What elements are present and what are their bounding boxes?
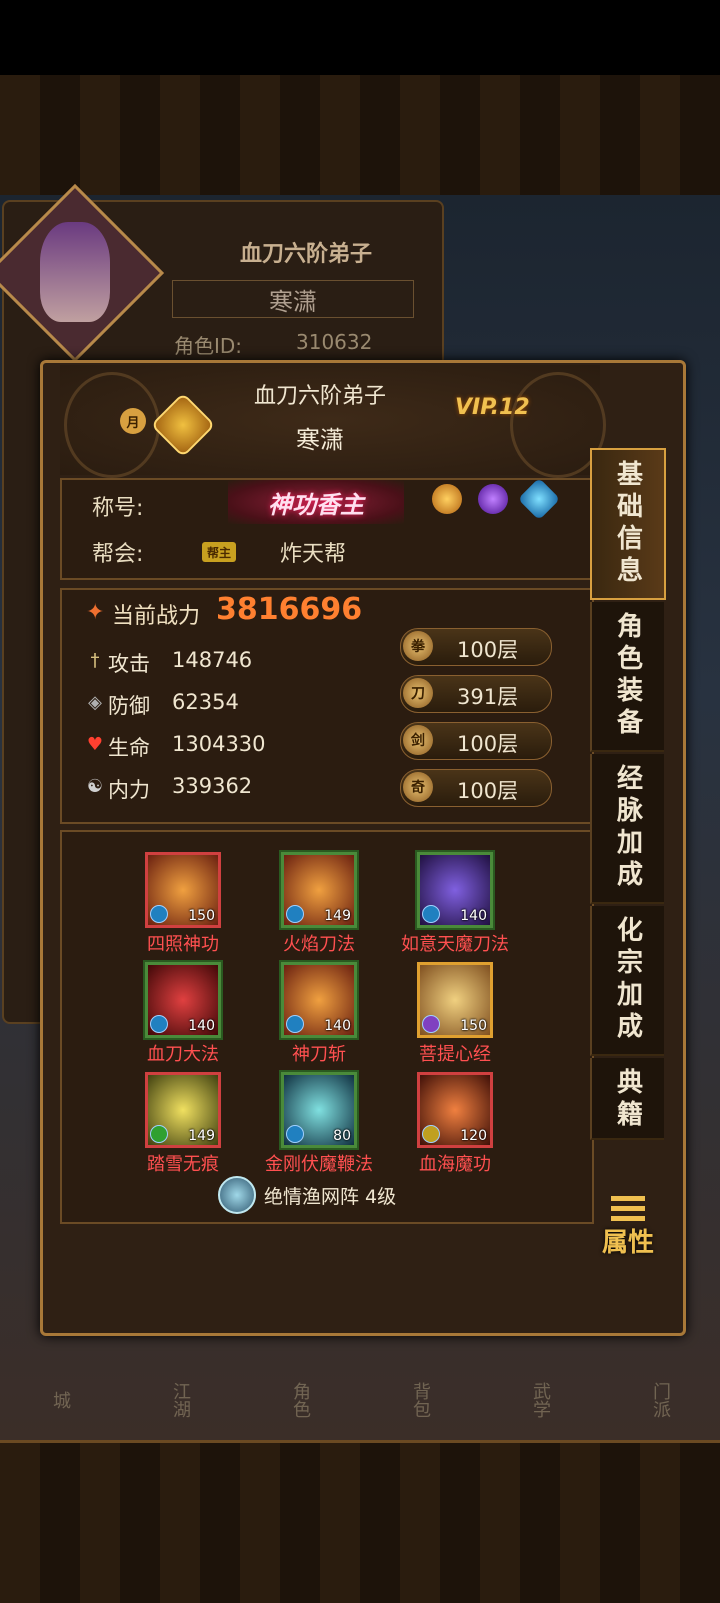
skill-item[interactable]: 140 如意天魔刀法 — [380, 852, 530, 956]
back-id-value: 310632 — [296, 330, 373, 354]
exotic-layer-pill[interactable]: 奇 100层 — [400, 769, 552, 807]
character-name: 寒潇 — [296, 426, 344, 454]
skill-name: 血海魔功 — [419, 1154, 491, 1175]
skill-icon: 140 — [281, 962, 357, 1038]
nav-jianghu[interactable]: 江湖 — [167, 1382, 193, 1418]
guild-role-badge: 帮主 — [202, 542, 236, 562]
shield-icon: ◈ — [88, 692, 102, 713]
hp-value: 1304330 — [172, 732, 266, 756]
skill-item[interactable]: 120 血海魔功 — [380, 1072, 530, 1176]
heart-icon: ♥ — [86, 734, 104, 755]
vip-badge[interactable]: VIP.12 — [455, 395, 530, 420]
tab-sect-bonus[interactable]: 化宗加成 — [590, 906, 664, 1056]
tab-books[interactable]: 典籍 — [590, 1058, 664, 1140]
blade-layer-value: 391层 — [457, 685, 519, 709]
skill-icon: 140 — [417, 852, 493, 928]
skill-icon: 120 — [417, 1072, 493, 1148]
nav-city[interactable]: 城 — [47, 1391, 73, 1409]
skill-item[interactable]: 140 神刀斩 — [244, 962, 394, 1066]
defense-label: 防御 — [108, 694, 150, 718]
exotic-layer-value: 100层 — [457, 779, 519, 803]
purple-orb-icon[interactable] — [478, 484, 508, 514]
combat-power-label: 当前战力 — [112, 604, 201, 629]
sword-layer-value: 100层 — [457, 732, 519, 756]
defense-value: 62354 — [172, 690, 239, 714]
month-card-icon[interactable]: 月 — [120, 408, 146, 434]
title-label: 称号: — [92, 496, 144, 521]
blade-layer-pill[interactable]: 刀 391层 — [400, 675, 552, 713]
mp-label: 内力 — [108, 778, 150, 802]
skill-item[interactable]: 150 菩提心经 — [380, 962, 530, 1066]
list-icon — [611, 1196, 645, 1222]
nav-character[interactable]: 角色 — [287, 1382, 313, 1418]
yin-yang-icon: ☯ — [86, 776, 104, 797]
blade-icon: 刀 — [403, 678, 433, 708]
sword-icon: † — [90, 650, 100, 671]
back-title: 血刀六阶弟子 — [240, 241, 373, 267]
nav-martial[interactable]: 武学 — [527, 1382, 553, 1418]
skill-item[interactable]: 149 火焰刀法 — [244, 852, 394, 956]
attack-value: 148746 — [172, 648, 253, 672]
skill-name: 火焰刀法 — [283, 934, 355, 955]
skill-icon: 80 — [281, 1072, 357, 1148]
attributes-label: 属性 — [601, 1228, 654, 1258]
formation-row[interactable]: 绝情渔网阵 4级 — [218, 1176, 396, 1214]
skill-name: 神刀斩 — [292, 1044, 346, 1065]
hp-label: 生命 — [108, 736, 150, 760]
skill-item[interactable]: 80 金刚伏魔鞭法 — [244, 1072, 394, 1176]
sun-emblem-icon[interactable] — [432, 484, 462, 514]
formation-label: 绝情渔网阵 4级 — [264, 1185, 397, 1208]
character-title: 血刀六阶弟子 — [253, 384, 386, 409]
attack-label: 攻击 — [108, 652, 150, 676]
back-id-label: 角色ID: — [174, 334, 243, 358]
skill-icon: 149 — [145, 1072, 221, 1148]
tab-meridian[interactable]: 经脉加成 — [590, 754, 664, 904]
skill-icon: 140 — [145, 962, 221, 1038]
swirl-ornament-icon — [64, 372, 160, 478]
skill-icon: 150 — [145, 852, 221, 928]
skill-item[interactable]: 149 踏雪无痕 — [108, 1072, 258, 1176]
guild-name: 炸天帮 — [280, 542, 347, 567]
bottom-nav: 城 江湖 角色 背包 武学 门派 — [0, 1360, 720, 1440]
fist-icon: 拳 — [403, 631, 433, 661]
skill-icon: 149 — [281, 852, 357, 928]
formation-icon — [218, 1176, 256, 1214]
mp-value: 339362 — [172, 774, 253, 798]
skill-name: 菩提心经 — [419, 1044, 491, 1065]
side-tab-bar: 基础信息 角色装备 经脉加成 化宗加成 典籍 — [590, 440, 666, 1140]
nav-sect[interactable]: 门派 — [647, 1382, 673, 1418]
skill-name: 血刀大法 — [147, 1044, 219, 1065]
skill-item[interactable]: 150 四照神功 — [108, 852, 258, 956]
nav-bag[interactable]: 背包 — [407, 1382, 433, 1418]
attributes-button[interactable]: 属性 — [592, 1196, 664, 1270]
skill-name: 四照神功 — [147, 934, 219, 955]
skill-name: 金刚伏魔鞭法 — [265, 1154, 373, 1175]
skill-item[interactable]: 140 血刀大法 — [108, 962, 258, 1066]
exotic-icon: 奇 — [403, 772, 433, 802]
tab-equipment[interactable]: 角色装备 — [590, 602, 664, 752]
guild-label: 帮会: — [92, 542, 144, 567]
skill-name: 如意天魔刀法 — [401, 934, 509, 955]
skill-name: 踏雪无痕 — [147, 1154, 219, 1175]
skill-icon: 150 — [417, 962, 493, 1038]
back-name: 寒潇 — [172, 280, 414, 318]
tab-basic-info[interactable]: 基础信息 — [590, 448, 666, 600]
fist-layer-value: 100层 — [457, 638, 519, 662]
fist-layer-pill[interactable]: 拳 100层 — [400, 628, 552, 666]
bottom-decor-banner — [0, 1440, 720, 1603]
avatar[interactable] — [40, 222, 110, 322]
sword-layer-pill[interactable]: 剑 100层 — [400, 722, 552, 760]
title-badge[interactable]: 神功香主 — [228, 480, 404, 524]
top-decor-banner — [0, 75, 720, 198]
combat-power-icon: ✦ — [86, 600, 105, 625]
sword-school-icon: 剑 — [403, 725, 433, 755]
combat-power-value: 3816696 — [216, 592, 363, 627]
